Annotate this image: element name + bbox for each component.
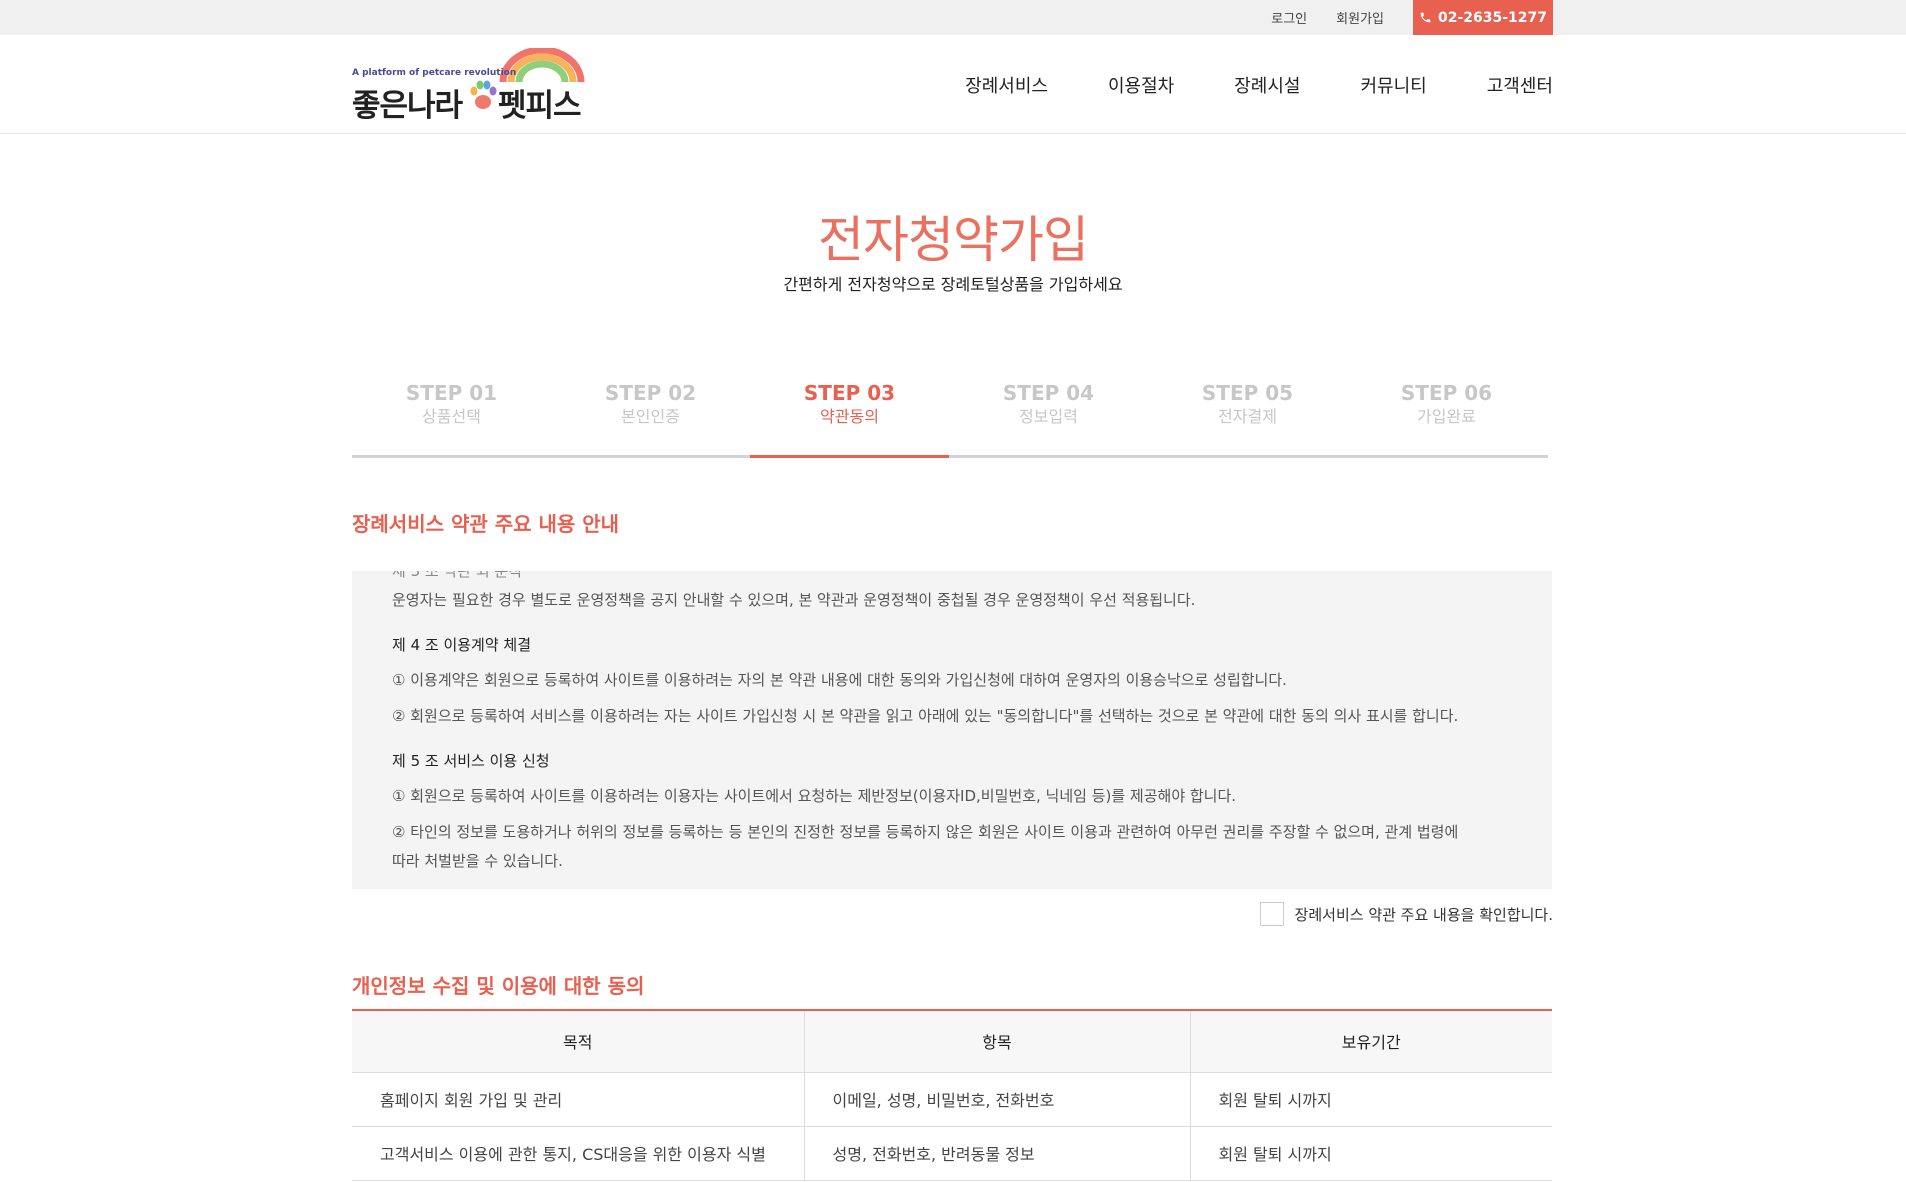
terms-article-4-heading: 제 4 조 이용계약 체결	[392, 636, 532, 654]
table-cell: 홈페이지 회원 가입 및 관리	[352, 1072, 805, 1127]
phone-icon	[1420, 12, 1431, 23]
table-cell: 이메일, 성명, 비밀번호, 전화번호	[804, 1072, 1191, 1127]
main-header: A platform of petcare revolution 좋은나라 펫피…	[0, 35, 1906, 134]
table-header-row: 목적 항목 보유기간	[352, 1010, 1552, 1073]
table-cell: 회원 탈퇴 시까지	[1190, 1126, 1552, 1181]
table-cell: 성명, 전화번호, 반려동물 정보	[804, 1126, 1191, 1181]
terms-scroll-box[interactable]: 제 3 조 약관 외 준칙 운영자는 필요한 경우 별도로 운영정책을 공지 안…	[352, 571, 1552, 889]
logo-name-right: 펫피스	[498, 88, 582, 124]
table-row: 홈페이지 회원 가입 및 관리 이메일, 성명, 비밀번호, 전화번호 회원 탈…	[352, 1072, 1552, 1127]
site-logo[interactable]: A platform of petcare revolution 좋은나라 펫피…	[352, 48, 592, 124]
nav-item-customer-center[interactable]: 고객센터	[1487, 72, 1553, 98]
terms-paragraph: ① 회원으로 등록하여 사이트를 이용하려는 이용자는 사이트에서 요청하는 제…	[392, 787, 1237, 805]
step-label: 가입완료	[1417, 407, 1476, 426]
step-01: STEP 01 상품선택	[352, 380, 551, 455]
phone-button[interactable]: 02-2635-1277	[1413, 0, 1553, 35]
logo-name-left: 좋은나라	[352, 88, 463, 124]
page-title: 전자청약가입	[818, 211, 1089, 269]
step-number: STEP 05	[1201, 381, 1294, 405]
privacy-section-title: 개인정보 수집 및 이용에 대한 동의	[352, 974, 645, 998]
step-label: 약관동의	[820, 407, 879, 426]
table-cell: 회원 탈퇴 시까지	[1190, 1072, 1552, 1127]
step-label: 정보입력	[1019, 407, 1078, 426]
terms-article-5-heading: 제 5 조 서비스 이용 신청	[392, 752, 550, 770]
step-number: STEP 06	[1400, 381, 1493, 405]
column-header-retention: 보유기간	[1190, 1010, 1552, 1073]
terms-content: 제 3 조 약관 외 준칙 운영자는 필요한 경우 별도로 운영정책을 공지 안…	[392, 571, 1472, 883]
step-number: STEP 04	[1002, 381, 1095, 405]
top-utility-bar: 로그인 회원가입 02-2635-1277	[0, 0, 1906, 35]
column-header-items: 항목	[804, 1010, 1191, 1073]
logo-tagline: A platform of petcare revolution	[352, 68, 517, 78]
terms-paragraph: ② 회원으로 등록하여 서비스를 이용하려는 자는 사이트 가입신청 시 본 약…	[392, 707, 1459, 725]
terms-article-3-heading: 제 3 조 약관 외 준칙	[392, 571, 522, 580]
paw-icon	[470, 80, 497, 109]
privacy-table: 목적 항목 보유기간 홈페이지 회원 가입 및 관리 이메일, 성명, 비밀번호…	[352, 1009, 1552, 1181]
terms-agree-label[interactable]: 장례서비스 약관 주요 내용을 확인합니다.	[1295, 904, 1553, 925]
phone-number: 02-2635-1277	[1437, 9, 1548, 26]
step-04: STEP 04 정보입력	[949, 380, 1148, 455]
terms-paragraph: 운영자는 필요한 경우 별도로 운영정책을 공지 안내할 수 있으며, 본 약관…	[392, 591, 1196, 609]
step-number: STEP 02	[604, 381, 697, 405]
main-nav: 장례서비스 이용절차 장례시설 커뮤니티 고객센터	[905, 35, 1553, 134]
nav-item-procedure[interactable]: 이용절차	[1108, 72, 1174, 98]
step-03-active: STEP 03 약관동의	[750, 380, 949, 458]
nav-item-funeral-service[interactable]: 장례서비스	[965, 72, 1048, 98]
nav-item-facility[interactable]: 장례시설	[1234, 72, 1300, 98]
terms-section-title: 장례서비스 약관 주요 내용 안내	[352, 512, 620, 536]
step-06: STEP 06 가입완료	[1347, 380, 1546, 455]
step-number: STEP 03	[803, 381, 896, 405]
column-header-purpose: 목적	[352, 1010, 805, 1073]
table-row: 고객서비스 이용에 관한 통지, CS대응을 위한 이용자 식별 성명, 전화번…	[352, 1126, 1552, 1181]
terms-paragraph: ① 이용계약은 회원으로 등록하여 사이트를 이용하려는 자의 본 약관 내용에…	[392, 671, 1287, 689]
step-label: 본인인증	[621, 407, 680, 426]
terms-paragraph: ② 타인의 정보를 도용하거나 허위의 정보를 등록하는 등 본인의 진정한 정…	[392, 823, 1459, 870]
step-05: STEP 05 전자결제	[1148, 380, 1347, 455]
login-link[interactable]: 로그인	[1271, 8, 1307, 27]
step-number: STEP 01	[405, 381, 498, 405]
table-cell: 고객서비스 이용에 관한 통지, CS대응을 위한 이용자 식별	[352, 1126, 805, 1181]
step-label: 상품선택	[422, 407, 481, 426]
nav-item-community[interactable]: 커뮤니티	[1361, 72, 1427, 98]
page-subtitle: 간편하게 전자청약으로 장례토털상품을 가입하세요	[783, 275, 1123, 294]
step-indicator: STEP 01 상품선택 STEP 02 본인인증 STEP 03 약관동의 S…	[352, 380, 1548, 458]
signup-link[interactable]: 회원가입	[1336, 8, 1384, 27]
terms-agree-checkbox[interactable]	[1259, 902, 1284, 926]
step-label: 전자결제	[1218, 407, 1277, 426]
step-02: STEP 02 본인인증	[551, 380, 750, 455]
terms-agree-row: 장례서비스 약관 주요 내용을 확인합니다.	[1259, 902, 1553, 926]
